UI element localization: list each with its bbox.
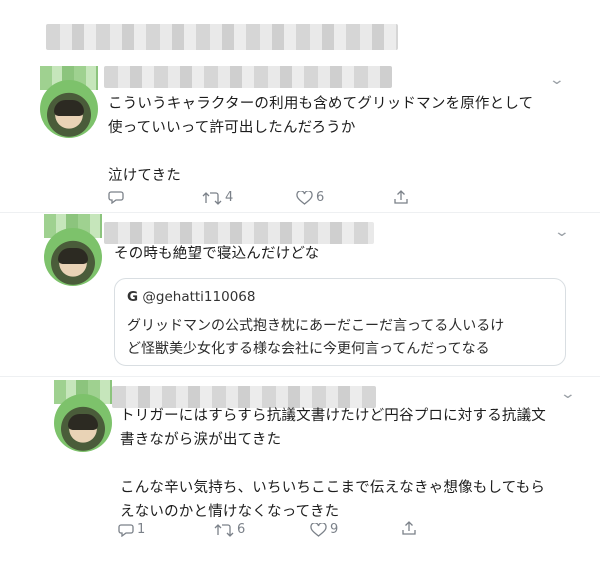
- reply-icon: [108, 191, 124, 204]
- avatar[interactable]: [44, 214, 102, 290]
- share-icon: [394, 190, 408, 204]
- like-count: 6: [316, 190, 325, 205]
- like-button[interactable]: 6: [296, 190, 324, 205]
- retweet-count: 6: [237, 522, 246, 537]
- tweet-text: トリガーにはすらすら抗議文書けたけど円谷プロに対する抗議文 書きながら涙が出てき…: [120, 408, 547, 520]
- chevron-down-icon[interactable]: ⌄: [554, 224, 570, 240]
- divider: [0, 376, 600, 377]
- retweet-button[interactable]: 4: [202, 190, 233, 205]
- retweet-icon: [202, 191, 222, 205]
- share-button[interactable]: [394, 189, 408, 205]
- chevron-down-icon[interactable]: ⌄: [549, 72, 565, 88]
- quoted-handle[interactable]: @gehatti110068: [142, 289, 255, 305]
- blurred-header-text: [46, 24, 398, 50]
- avatar[interactable]: [54, 380, 112, 456]
- reply-icon: [118, 523, 134, 537]
- avatar[interactable]: [40, 66, 98, 142]
- quoted-tweet[interactable]: G @gehatti110068 グリッドマンの公式抱き枕にあーだこーだ言ってる…: [114, 278, 566, 366]
- tweet-text: その時も絶望で寝込んだけどな: [114, 246, 320, 262]
- divider: [0, 212, 600, 213]
- share-icon: [402, 521, 416, 535]
- share-button[interactable]: [402, 520, 416, 536]
- tweet-text: こういうキャラクターの利用も含めてグリッドマンを原作として 使っていいって許可出…: [108, 96, 534, 184]
- like-icon: [310, 522, 327, 537]
- reply-button[interactable]: [108, 190, 127, 204]
- quoted-tweet-text: グリッドマンの公式抱き枕にあーだこーだ言ってる人いるけ ど怪獣美少女化する様な会…: [127, 318, 505, 357]
- reply-button[interactable]: 1: [118, 522, 145, 537]
- retweet-icon: [214, 523, 234, 537]
- retweet-count: 4: [225, 190, 234, 205]
- like-button[interactable]: 9: [310, 522, 338, 537]
- blurred-username[interactable]: [104, 222, 374, 244]
- chevron-down-icon[interactable]: ⌄: [560, 386, 576, 402]
- blurred-username[interactable]: [104, 66, 392, 88]
- quoted-tweet-header: G @gehatti110068: [127, 289, 255, 305]
- retweet-button[interactable]: 6: [214, 522, 245, 537]
- quoted-account-icon: G: [127, 289, 139, 305]
- like-icon: [296, 190, 313, 205]
- like-count: 9: [330, 522, 339, 537]
- reply-count: 1: [137, 522, 146, 537]
